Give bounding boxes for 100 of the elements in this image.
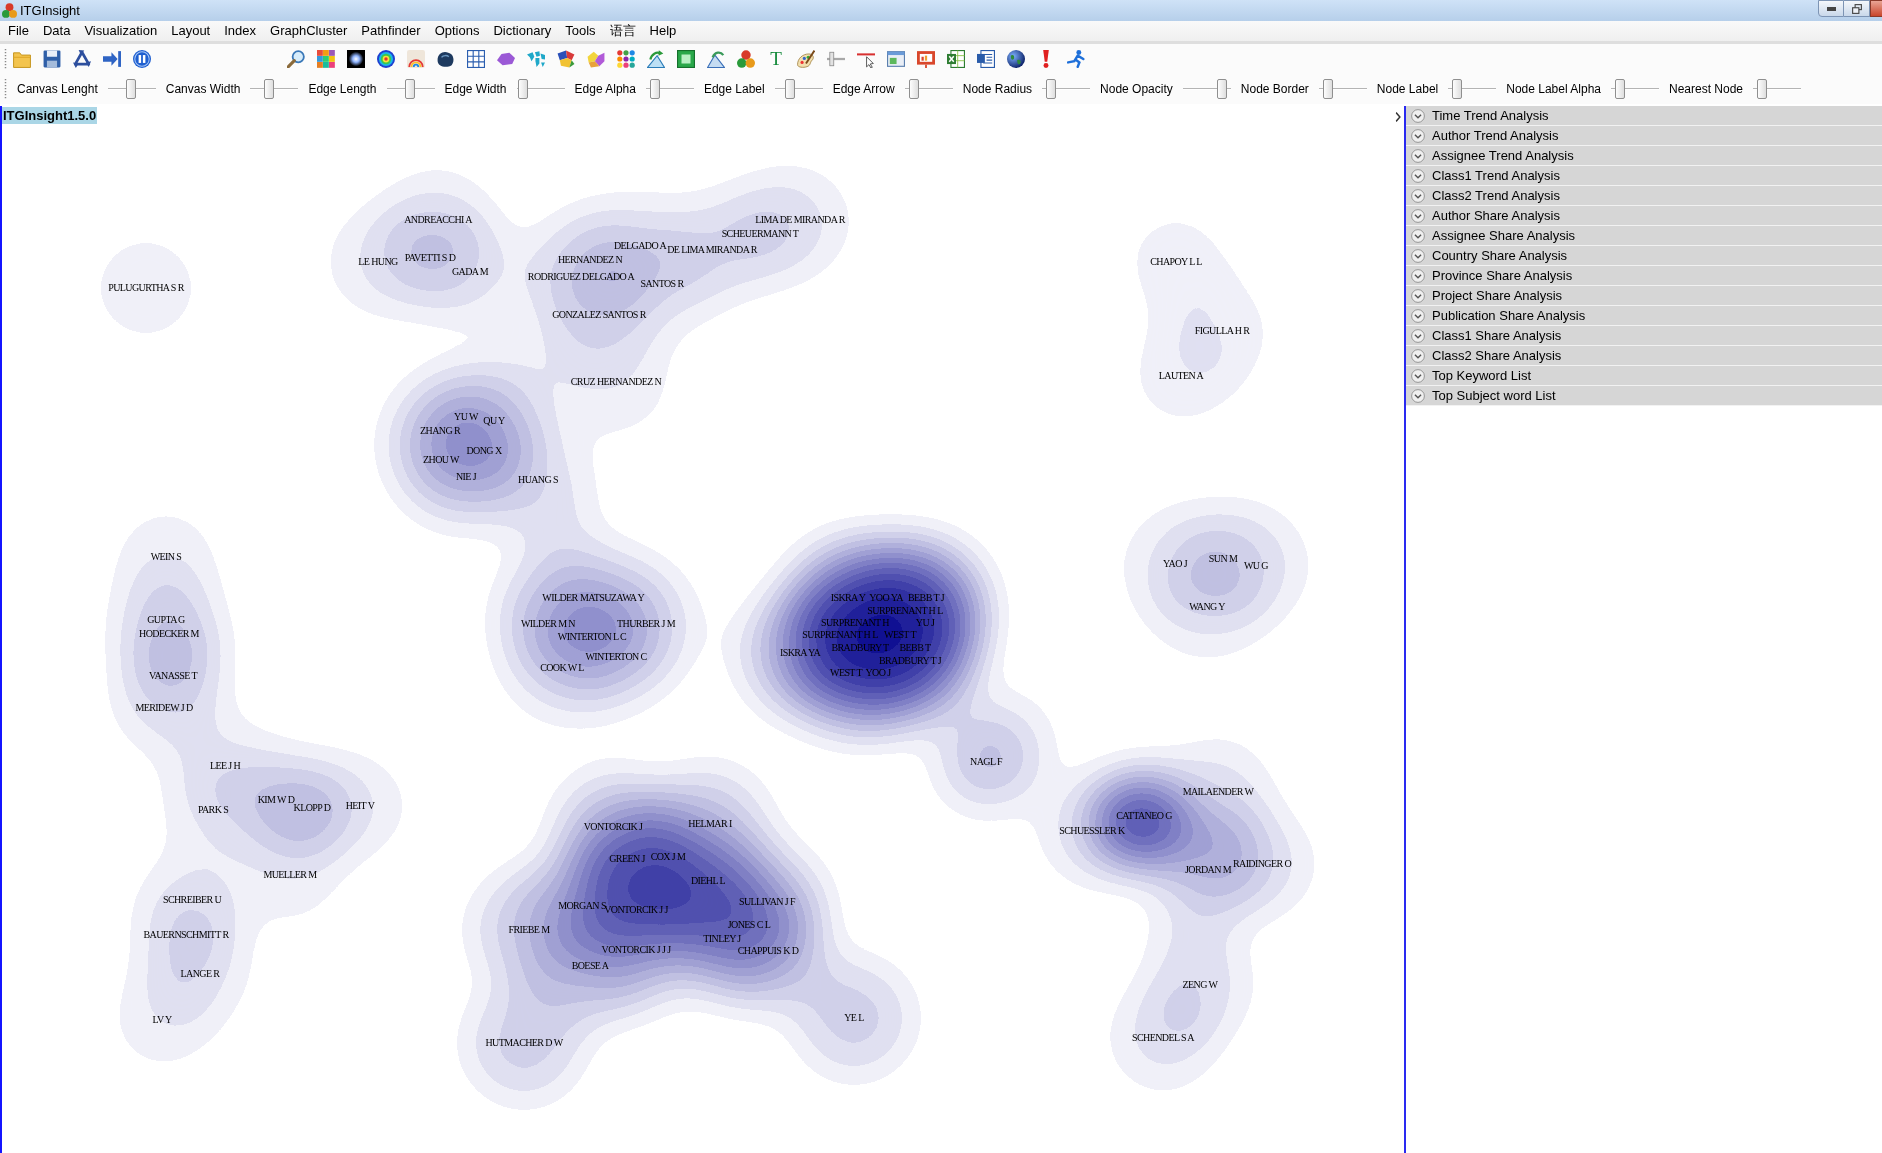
slider-thumb[interactable] — [1452, 79, 1463, 99]
arc-icon[interactable] — [407, 50, 425, 68]
menu-item[interactable]: Tools — [558, 22, 603, 40]
menu-item[interactable]: Layout — [164, 22, 218, 40]
menu-item[interactable]: File — [1, 22, 36, 40]
save-icon[interactable] — [43, 50, 61, 68]
node-label: CHAPPUIS K D — [737, 945, 799, 957]
menu-item[interactable]: Help — [642, 22, 684, 40]
node-label: GUPTA G — [147, 614, 185, 626]
glow-square-icon[interactable] — [347, 50, 365, 68]
pause-icon[interactable] — [133, 50, 151, 68]
slider-thumb[interactable] — [1045, 79, 1056, 99]
target-icon[interactable] — [377, 50, 395, 68]
region-map-icon[interactable] — [587, 50, 605, 68]
recycle-icon[interactable] — [73, 50, 91, 68]
slider-thumb[interactable] — [1756, 79, 1767, 99]
node-label: NIE J — [455, 471, 477, 483]
folder-icon[interactable] — [13, 50, 31, 68]
section-header[interactable]: Assignee Trend Analysis — [1406, 146, 1882, 166]
restore-button[interactable] — [1844, 0, 1870, 17]
close-button[interactable] — [1870, 0, 1882, 17]
blob-icon[interactable] — [437, 50, 455, 68]
node-label: RAIDINGER O — [1232, 858, 1292, 870]
menu-item[interactable]: Dictionary — [486, 22, 559, 40]
section-header[interactable]: Project Share Analysis — [1406, 286, 1882, 306]
menu-item[interactable]: 语言 — [602, 22, 643, 40]
node-label: FIGULLA H R — [1194, 325, 1250, 337]
chevron-down-icon — [1411, 368, 1425, 383]
spreadsheet-icon[interactable] — [947, 50, 965, 68]
node-label: HELMAR I — [688, 818, 732, 830]
node-label: WANG Y — [1189, 601, 1225, 613]
slider-thumb[interactable] — [263, 79, 274, 99]
spheres-icon[interactable] — [737, 50, 755, 68]
slider-thumb[interactable] — [1322, 79, 1333, 99]
section-header[interactable]: Country Share Analysis — [1406, 246, 1882, 266]
node-label: MATSUZAWA Y — [579, 592, 645, 604]
polygon-shape-icon[interactable] — [497, 50, 515, 68]
node-label: YE L — [844, 1012, 864, 1024]
node-label: MORGAN S — [558, 900, 606, 911]
section-header[interactable]: Publication Share Analysis — [1406, 306, 1882, 326]
slider-thumb[interactable] — [125, 79, 136, 99]
line-cursor-icon[interactable] — [857, 50, 875, 68]
region-map-icon[interactable] — [557, 50, 575, 68]
node-label: YOO YA — [869, 592, 903, 604]
node-label: PARK S — [197, 804, 229, 816]
document-icon[interactable] — [977, 50, 995, 68]
presentation-icon[interactable] — [917, 50, 935, 68]
arrow-to-bar-icon[interactable] — [103, 50, 121, 68]
node-label: SULLIVAN J F — [739, 896, 795, 908]
grip-icon[interactable] — [4, 79, 7, 99]
section-header[interactable]: Class2 Share Analysis — [1406, 346, 1882, 366]
node-label: GADA M — [451, 266, 489, 278]
minimize-button[interactable] — [1818, 0, 1844, 17]
globe-icon[interactable] — [1007, 50, 1025, 68]
section-header[interactable]: Top Subject word List — [1406, 386, 1882, 406]
menu-item[interactable]: Options — [427, 22, 487, 40]
node-label: CATTANEO G — [1116, 810, 1172, 822]
slider-thumb[interactable] — [908, 79, 919, 99]
grid-icon[interactable] — [467, 50, 485, 68]
section-header[interactable]: Time Trend Analysis — [1406, 106, 1882, 126]
triangle-arrow-icon[interactable] — [647, 50, 665, 68]
section-header[interactable]: Province Share Analysis — [1406, 266, 1882, 286]
node-label: TINLEY J — [703, 933, 741, 945]
node-label: JORDAN M — [1185, 864, 1231, 876]
window-icon[interactable] — [887, 50, 905, 68]
menu-item[interactable]: Pathfinder — [354, 22, 428, 40]
slider-thumb[interactable] — [649, 79, 660, 99]
palette-icon[interactable] — [797, 50, 815, 68]
slider-icon[interactable] — [827, 50, 845, 68]
node-label: WINTERTON C — [585, 651, 647, 663]
triangle-arrow-icon[interactable] — [707, 50, 725, 68]
chevron-right-icon[interactable] — [1395, 112, 1401, 122]
mosaic-icon[interactable] — [317, 50, 335, 68]
section-header[interactable]: Author Trend Analysis — [1406, 126, 1882, 146]
section-header[interactable]: Assignee Share Analysis — [1406, 226, 1882, 246]
node-label: BEBB T J — [908, 592, 944, 604]
slider-thumb[interactable] — [405, 79, 416, 99]
node-label: PAVETTI S D — [404, 252, 456, 264]
menu-item[interactable]: Data — [35, 22, 78, 40]
slider-thumb[interactable] — [1217, 79, 1227, 99]
node-label: HODECKER M — [139, 628, 199, 640]
search-icon[interactable] — [287, 50, 305, 68]
section-header[interactable]: Class1 Share Analysis — [1406, 326, 1882, 346]
world-map-icon[interactable] — [527, 50, 545, 68]
section-header[interactable]: Class1 Trend Analysis — [1406, 166, 1882, 186]
node-label: HUTMACHER D W — [485, 1037, 563, 1049]
grip-icon[interactable] — [4, 49, 7, 69]
section-header[interactable]: Top Keyword List — [1406, 366, 1882, 386]
section-header[interactable]: Class2 Trend Analysis — [1406, 186, 1882, 206]
dot-grid-icon[interactable] — [617, 50, 635, 68]
menu-item[interactable]: Visualization — [77, 22, 165, 40]
running-person-icon[interactable] — [1067, 50, 1085, 68]
square-frame-icon[interactable] — [677, 50, 695, 68]
slider-thumb[interactable] — [1614, 79, 1625, 99]
slider-thumb[interactable] — [518, 79, 529, 99]
slider-thumb[interactable] — [785, 79, 796, 99]
section-header[interactable]: Author Share Analysis — [1406, 206, 1882, 226]
text-tool-button[interactable]: T — [767, 49, 785, 69]
menu-item[interactable]: Index — [217, 22, 264, 40]
menu-item[interactable]: GraphCluster — [263, 22, 355, 40]
